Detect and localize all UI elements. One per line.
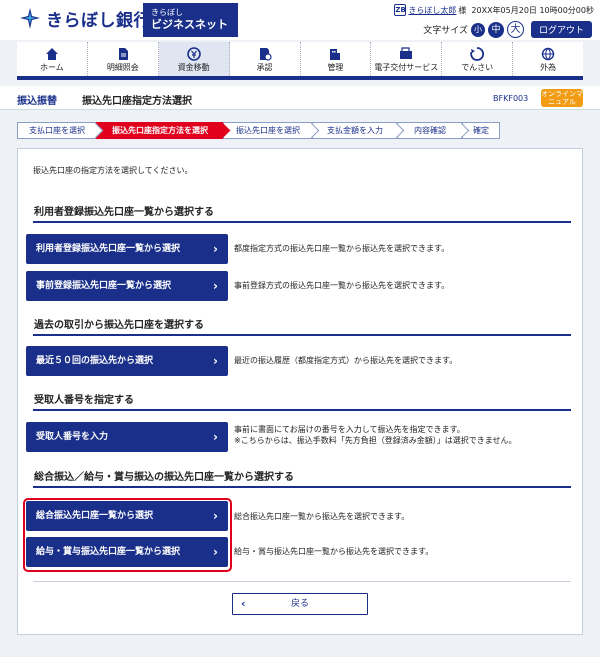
- pre-registered-desc: 事前登録方式の振込先口座一覧から振込先を選択できます。: [234, 281, 450, 290]
- global-nav: ホーム 明細照会 資金移動 承認 管理 電子交付サービス でんさい 外為: [17, 42, 583, 80]
- logout-button[interactable]: ログアウト: [530, 21, 592, 38]
- document-icon: [118, 48, 128, 60]
- chevron-right-icon: ›: [213, 509, 218, 523]
- step-label: 確定: [473, 126, 489, 135]
- user-name-link[interactable]: きらぼし太郎: [408, 5, 456, 16]
- nav-approval[interactable]: 承認: [230, 42, 301, 76]
- nav-label: 明細照会: [106, 63, 139, 72]
- font-size-medium-button[interactable]: 中: [487, 21, 504, 38]
- divider: [33, 581, 571, 582]
- step-3: 振込先口座を選択: [223, 122, 320, 139]
- back-button[interactable]: ‹ 戻る: [232, 593, 368, 615]
- general-transfer-list-button[interactable]: 総合振込先口座一覧から選択 ›: [26, 501, 228, 531]
- user-registered-desc: 都度指定方式の振込先口座一覧から振込先を選択できます。: [234, 244, 450, 253]
- nav-fund-transfer[interactable]: 資金移動: [158, 42, 230, 76]
- nav-densai[interactable]: でんさい: [442, 42, 514, 76]
- font-size-label: 文字サイズ: [423, 26, 468, 36]
- kiraboshi-star-icon: [20, 7, 40, 29]
- button-label: 総合振込先口座一覧から選択: [36, 511, 154, 521]
- recipient-number-desc-line2: ※こちらからは、振込手数料「先方負担（登録済み金額）」は選択できません。: [234, 436, 517, 445]
- approval-icon: [259, 48, 272, 61]
- font-size-control: 文字サイズ 小 中 大 ログアウト: [423, 21, 592, 38]
- nav-forex[interactable]: 外為: [513, 42, 583, 76]
- nav-label: 外為: [540, 63, 557, 72]
- step-label: 支払口座を選択: [29, 126, 85, 135]
- nav-label: でんさい: [461, 63, 494, 72]
- back-label: 戻る: [290, 599, 309, 609]
- intro-text: 振込先口座の指定方法を選択してください。: [33, 166, 193, 175]
- user-suffix: 様: [458, 5, 467, 15]
- recipient-number-desc-line1: 事前に書面にてお届けの番号を入力して振込先を指定できます。: [234, 425, 465, 434]
- nav-label: 管理: [327, 63, 344, 72]
- bank-name: きらぼし銀行: [46, 11, 151, 31]
- font-size-small-button[interactable]: 小: [470, 22, 485, 37]
- step-label: 支払金額を入力: [327, 126, 383, 135]
- screen-code: BFKF003: [493, 94, 529, 103]
- service-badge: きらぼし ビジネスネット: [143, 3, 238, 37]
- recent-50-button[interactable]: 最近５０回の振込先から選択 ›: [26, 346, 228, 376]
- salary-transfer-list-button[interactable]: 給与・賞与振込先口座一覧から選択 ›: [26, 537, 228, 567]
- app-header: きらぼし銀行 きらぼし ビジネスネット ZB きらぼし太郎 様 20XX年05月…: [0, 0, 600, 40]
- globe-icon: [541, 47, 555, 61]
- main-content: 振込先口座の指定方法を選択してください。 利用者登録振込先口座一覧から選択する …: [17, 148, 583, 635]
- chevron-right-icon: ›: [213, 545, 218, 559]
- nav-management[interactable]: 管理: [301, 42, 372, 76]
- page-category: 振込振替: [17, 96, 57, 107]
- user-info: ZB きらぼし太郎 様 20XX年05月20日 10時00分00秒: [394, 4, 594, 16]
- nav-statements[interactable]: 明細照会: [88, 42, 159, 76]
- font-size-large-button[interactable]: 大: [506, 21, 524, 38]
- user-badge-icon: ZB: [394, 4, 407, 16]
- last-login-time: 20XX年05月20日 10時00分00秒: [471, 5, 594, 15]
- button-label: 最近５０回の振込先から選択: [36, 356, 154, 366]
- button-label: 受取人番号を入力: [36, 432, 109, 442]
- nav-label: 資金移動: [177, 63, 210, 72]
- building-icon: [330, 49, 341, 60]
- user-registered-list-button[interactable]: 利用者登録振込先口座一覧から選択 ›: [26, 234, 228, 264]
- yen-transfer-icon: [186, 47, 201, 61]
- step-label: 振込先口座を選択: [236, 126, 300, 135]
- densai-icon: [470, 47, 485, 61]
- step-5: 内容確認: [397, 122, 470, 139]
- chevron-right-icon: ›: [213, 279, 218, 293]
- chevron-right-icon: ›: [213, 430, 218, 444]
- nav-label: 承認: [256, 63, 273, 72]
- bank-logo[interactable]: きらぼし銀行: [18, 6, 151, 31]
- online-manual-button[interactable]: オンラインマニュアル: [541, 89, 583, 107]
- general-transfer-desc: 総合振込先口座一覧から振込先を選択できます。: [234, 512, 410, 521]
- salary-transfer-desc: 給与・賞与振込先口座一覧から振込先を選択できます。: [234, 547, 434, 556]
- service-line2: ビジネスネット: [151, 18, 228, 31]
- page-title: 振込先口座指定方法選択: [82, 96, 192, 107]
- section-title-general-salary: 総合振込／給与・賞与振込の振込先口座一覧から選択する: [33, 468, 571, 488]
- chevron-right-icon: ›: [213, 354, 218, 368]
- recipient-number-button[interactable]: 受取人番号を入力 ›: [26, 422, 228, 452]
- step-2-current: 振込先口座指定方法を選択: [96, 122, 231, 139]
- recipient-number-desc: 事前に書面にてお届けの番号を入力して振込先を指定できます。 ※こちらからは、振込…: [234, 424, 516, 446]
- service-line1: きらぼし: [151, 8, 183, 17]
- nav-home[interactable]: ホーム: [17, 42, 88, 76]
- section-title-user-registered: 利用者登録振込先口座一覧から選択する: [33, 203, 571, 223]
- pre-registered-list-button[interactable]: 事前登録振込先口座一覧から選択 ›: [26, 271, 228, 301]
- home-icon: [45, 48, 58, 60]
- step-4: 支払金額を入力: [312, 122, 405, 139]
- recent-50-desc: 最近の振込履歴（都度指定方式）から振込先を選択できます。: [234, 356, 458, 365]
- button-label: 利用者登録振込先口座一覧から選択: [36, 244, 181, 254]
- page-title-bar: 振込振替 振込先口座指定方法選択 BFKF003 オンラインマニュアル: [0, 86, 600, 110]
- doc-delivery-icon: [400, 47, 413, 59]
- button-label: 給与・賞与振込先口座一覧から選択: [36, 547, 181, 557]
- manual-label: オンラインマニュアル: [541, 90, 583, 106]
- nav-label: ホーム: [40, 63, 64, 72]
- chevron-right-icon: ›: [213, 242, 218, 256]
- step-1: 支払口座を選択: [17, 122, 104, 139]
- step-indicator: 支払口座を選択 振込先口座指定方法を選択 振込先口座を選択 支払金額を入力 内容…: [17, 122, 583, 139]
- button-label: 事前登録振込先口座一覧から選択: [36, 281, 172, 291]
- nav-label: 電子交付サービス: [374, 63, 439, 72]
- step-label: 内容確認: [414, 126, 446, 135]
- nav-e-delivery[interactable]: 電子交付サービス: [371, 42, 443, 76]
- section-title-past-transactions: 過去の取引から振込先口座を選択する: [33, 316, 571, 336]
- chevron-left-icon: ‹: [241, 597, 246, 610]
- section-title-recipient-number: 受取人番号を指定する: [33, 391, 571, 411]
- step-label: 振込先口座指定方法を選択: [112, 126, 208, 135]
